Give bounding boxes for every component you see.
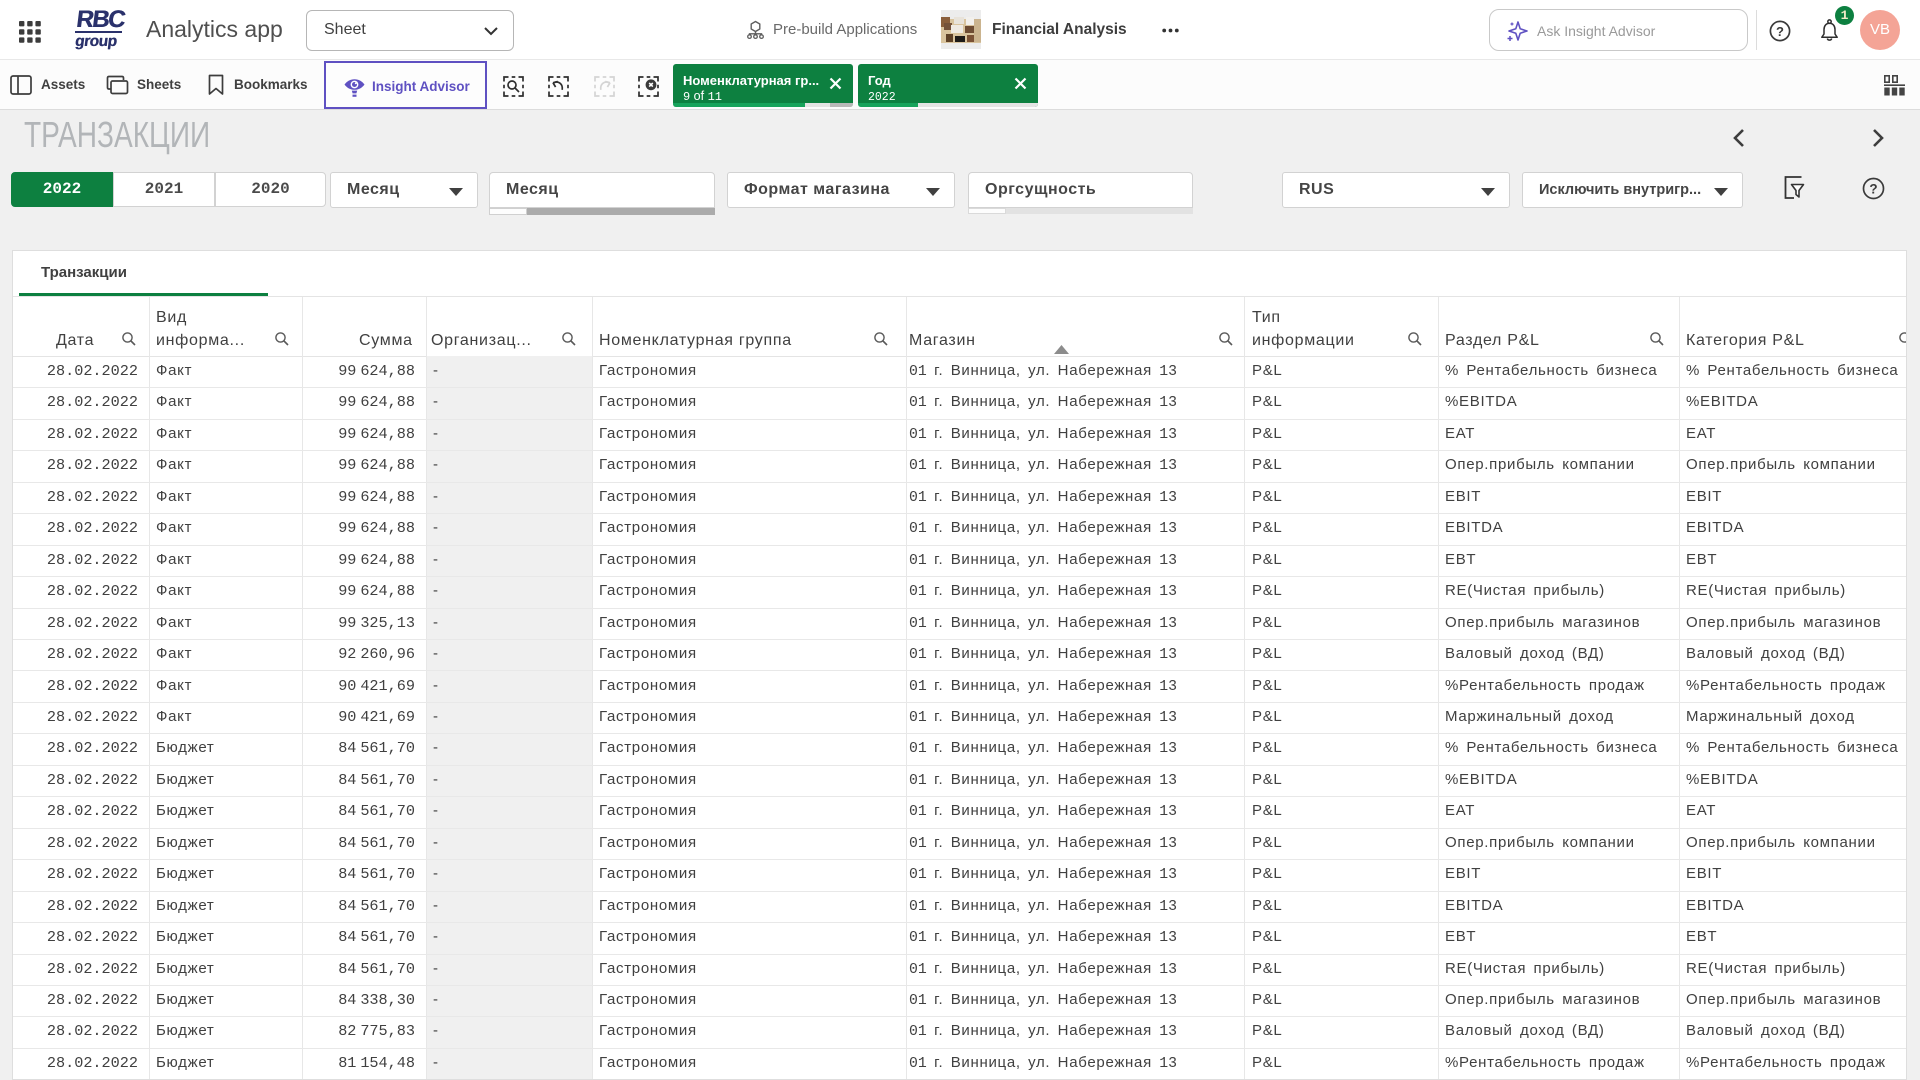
svg-text:?: ? <box>1869 182 1877 197</box>
svg-text:?: ? <box>1776 24 1784 39</box>
